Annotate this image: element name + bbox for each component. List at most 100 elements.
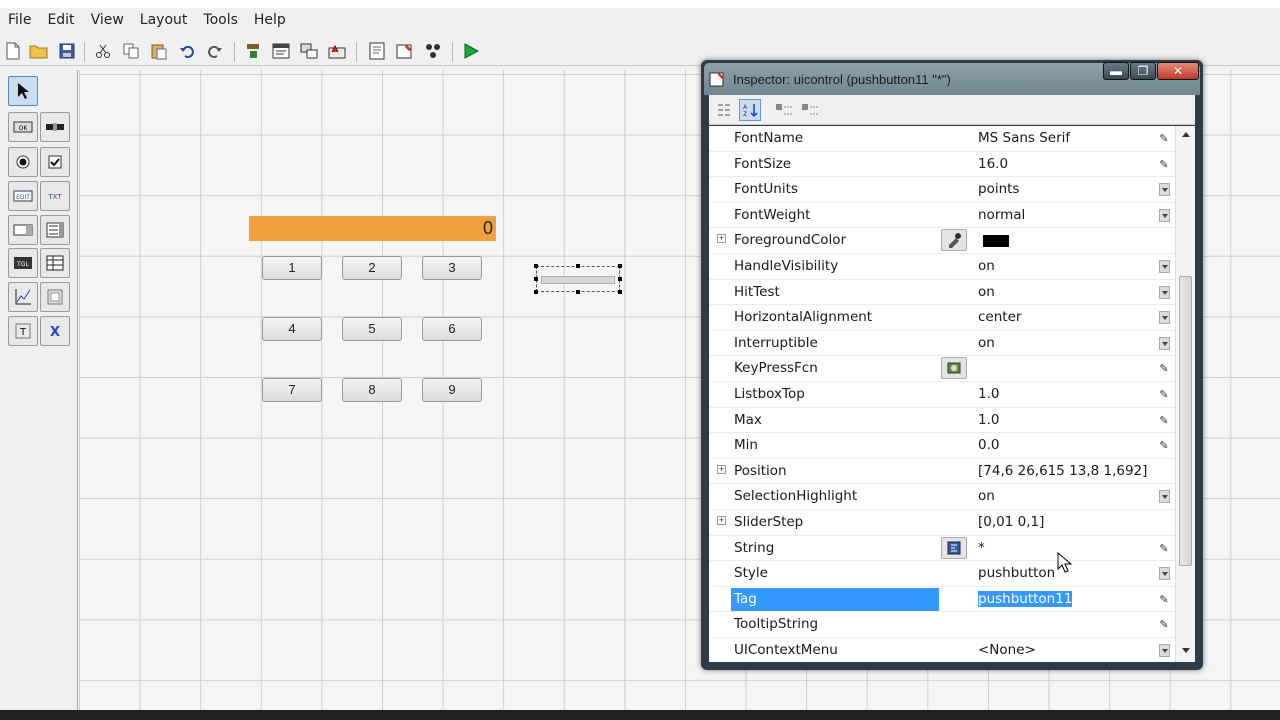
open-folder-icon[interactable] (28, 40, 50, 62)
property-row-interruptible[interactable]: Interruptible on (709, 331, 1175, 357)
close-button[interactable]: ✕ (1157, 62, 1199, 80)
expand-all-icon[interactable] (773, 99, 795, 121)
key-8-button[interactable]: 8 (342, 378, 402, 402)
static-text-tool[interactable]: TXT (40, 181, 70, 211)
key-9-button[interactable]: 9 (422, 378, 482, 402)
property-value[interactable]: [0,01 0,1] (978, 514, 1044, 530)
property-value[interactable]: 0.0 (978, 437, 999, 453)
color-picker-icon[interactable] (941, 229, 967, 252)
dropdown-arrow-icon[interactable] (1159, 567, 1170, 581)
dropdown-arrow-icon[interactable] (1159, 336, 1170, 350)
edit-text-tool[interactable]: EDIT (8, 181, 38, 211)
button-group-tool[interactable]: T (8, 316, 38, 346)
expand-icon[interactable]: + (717, 234, 726, 244)
key-4-button[interactable]: 4 (262, 317, 322, 341)
property-value[interactable]: pushbutton11 (978, 590, 1073, 607)
edit-pencil-icon[interactable]: ✎ (1157, 158, 1171, 172)
selected-pushbutton[interactable] (534, 264, 622, 294)
resize-handle[interactable] (534, 290, 538, 294)
property-row-sliderstep[interactable]: + SliderStep [0,01 0,1] (709, 510, 1175, 536)
scroll-up-icon[interactable] (1182, 132, 1190, 137)
property-value[interactable]: on (978, 335, 995, 351)
property-value[interactable]: pushbutton (978, 565, 1055, 581)
property-value[interactable]: center (978, 309, 1021, 325)
toggle-button-tool[interactable]: TGL (8, 248, 38, 278)
property-value[interactable]: MS Sans Serif (978, 130, 1070, 146)
color-swatch[interactable] (983, 235, 1009, 248)
key-1-button[interactable]: 1 (262, 256, 322, 280)
editor-icon[interactable] (366, 40, 388, 62)
dropdown-arrow-icon[interactable] (1159, 644, 1170, 657)
toolbar-editor-icon[interactable] (326, 40, 348, 62)
resize-handle[interactable] (618, 277, 622, 281)
display-text[interactable]: 0 (249, 216, 496, 241)
property-value[interactable]: [74,6 26,615 13,8 1,692] (978, 463, 1147, 479)
property-value[interactable]: 1.0 (978, 412, 999, 428)
save-icon[interactable] (56, 40, 78, 62)
property-row-tooltipstring[interactable]: TooltipString ✎ (709, 612, 1175, 638)
axes-tool[interactable] (8, 282, 38, 312)
edit-pencil-icon[interactable]: ✎ (1157, 618, 1171, 632)
property-inspector-icon[interactable] (394, 40, 416, 62)
property-row-fontname[interactable]: FontName MS Sans Serif ✎ (709, 126, 1175, 152)
new-file-icon[interactable] (2, 40, 24, 62)
property-row-fontsize[interactable]: FontSize 16.0 ✎ (709, 152, 1175, 178)
property-value[interactable]: <None> (978, 642, 1036, 658)
menu-view[interactable]: View (83, 8, 132, 32)
run-figure-icon[interactable] (460, 40, 482, 62)
maximize-button[interactable]: ❐ (1130, 62, 1156, 80)
property-row-selectionhighlight[interactable]: SelectionHighlight on (709, 484, 1175, 510)
property-row-string[interactable]: String * ✎ (709, 536, 1175, 562)
menu-editor-icon[interactable] (270, 40, 292, 62)
resize-handle[interactable] (618, 264, 622, 268)
dropdown-arrow-icon[interactable] (1159, 490, 1170, 504)
expand-icon[interactable]: + (717, 464, 726, 474)
property-row-foregroundcolor[interactable]: + ForegroundColor (709, 228, 1175, 254)
checkbox-tool[interactable] (40, 147, 70, 177)
property-row-horizontalalignment[interactable]: HorizontalAlignment center (709, 305, 1175, 331)
key-2-button[interactable]: 2 (342, 256, 402, 280)
cut-icon[interactable] (92, 40, 114, 62)
resize-handle[interactable] (618, 290, 622, 294)
property-row-max[interactable]: Max 1.0 ✎ (709, 408, 1175, 434)
paste-icon[interactable] (148, 40, 170, 62)
radio-button-tool[interactable] (8, 147, 38, 177)
property-row-style[interactable]: Style pushbutton (709, 561, 1175, 587)
key-5-button[interactable]: 5 (342, 317, 402, 341)
align-objects-icon[interactable] (242, 40, 264, 62)
dropdown-arrow-icon[interactable] (1159, 208, 1170, 222)
property-value[interactable]: on (978, 258, 995, 274)
edit-pencil-icon[interactable]: ✎ (1157, 388, 1171, 402)
resize-handle[interactable] (576, 290, 580, 294)
copy-icon[interactable] (120, 40, 142, 62)
key-3-button[interactable]: 3 (422, 256, 482, 280)
collapse-all-icon[interactable] (799, 99, 821, 121)
property-row-handlevisibility[interactable]: HandleVisibility on (709, 254, 1175, 280)
property-row-uicontextmenu[interactable]: UIContextMenu <None> (709, 638, 1175, 662)
string-editor-icon[interactable] (941, 536, 967, 559)
property-value[interactable]: normal (978, 207, 1025, 223)
panel-tool[interactable] (40, 282, 70, 312)
property-row-position[interactable]: + Position [74,6 26,615 13,8 1,692] (709, 459, 1175, 485)
property-value[interactable]: * (978, 540, 985, 556)
property-value[interactable]: on (978, 488, 995, 504)
push-button-tool[interactable]: OK (8, 112, 38, 142)
resize-handle[interactable] (534, 277, 538, 281)
dropdown-arrow-icon[interactable] (1159, 285, 1170, 299)
property-row-listboxtop[interactable]: ListboxTop 1.0 ✎ (709, 382, 1175, 408)
resize-handle[interactable] (534, 264, 538, 268)
vertical-scrollbar[interactable] (1175, 126, 1195, 662)
edit-pencil-icon[interactable]: ✎ (1157, 362, 1171, 376)
property-row-tag[interactable]: Tag pushbutton11 ✎ (709, 587, 1175, 613)
menu-layout[interactable]: Layout (132, 8, 196, 32)
edit-pencil-icon[interactable]: ✎ (1157, 132, 1171, 146)
scrollbar-thumb[interactable] (1179, 276, 1192, 566)
dropdown-arrow-icon[interactable] (1159, 260, 1170, 273)
slider-tool[interactable] (40, 112, 70, 142)
tab-order-editor-icon[interactable] (298, 40, 320, 62)
object-browser-icon[interactable] (422, 40, 444, 62)
key-7-button[interactable]: 7 (262, 378, 322, 402)
edit-pencil-icon[interactable]: ✎ (1157, 542, 1171, 556)
property-row-fontweight[interactable]: FontWeight normal (709, 203, 1175, 229)
categorized-view-icon[interactable] (713, 99, 735, 121)
